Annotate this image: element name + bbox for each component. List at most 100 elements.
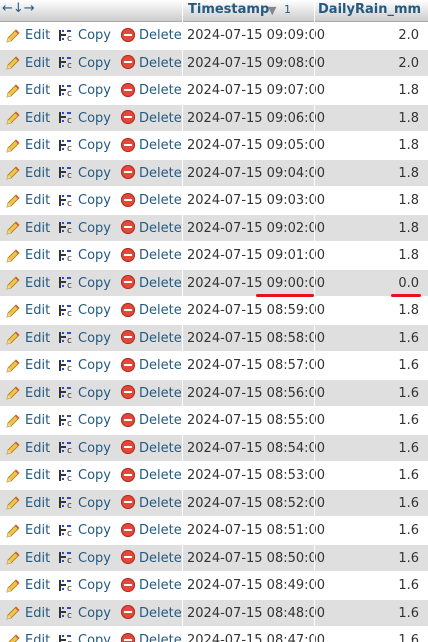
table-row[interactable]: Edit c Copy Delete 2024-07-15 09:02:00 1.8 bbox=[0, 214, 428, 243]
dailyrain-cell[interactable]: 1.8 bbox=[314, 77, 419, 105]
timestamp-cell[interactable]: 2024-07-15 08:48:00 bbox=[182, 600, 325, 628]
edit-link[interactable]: Edit bbox=[25, 523, 50, 538]
pencil-icon[interactable] bbox=[5, 27, 21, 43]
copy-link[interactable]: Copy bbox=[78, 28, 111, 43]
edit-action[interactable]: Edit bbox=[5, 490, 57, 518]
timestamp-cell[interactable]: 2024-07-15 08:55:00 bbox=[182, 407, 325, 435]
edit-action[interactable]: Edit bbox=[5, 435, 57, 463]
edit-action[interactable]: Edit bbox=[5, 297, 57, 325]
copy-icon[interactable]: c bbox=[58, 219, 74, 236]
delete-icon[interactable] bbox=[121, 137, 135, 152]
edit-link[interactable]: Edit bbox=[25, 248, 50, 263]
copy-link[interactable]: Copy bbox=[78, 496, 111, 511]
dailyrain-cell[interactable]: 0.0 bbox=[314, 270, 419, 298]
pencil-icon[interactable] bbox=[5, 439, 21, 455]
pencil-icon[interactable] bbox=[5, 632, 21, 642]
dailyrain-cell[interactable]: 1.6 bbox=[314, 545, 419, 573]
copy-link[interactable]: Copy bbox=[78, 138, 111, 153]
delete-link[interactable]: Delete bbox=[139, 358, 182, 373]
dailyrain-cell[interactable]: 1.6 bbox=[314, 490, 419, 518]
delete-link[interactable]: Delete bbox=[139, 606, 182, 621]
delete-icon[interactable] bbox=[121, 55, 135, 70]
edit-action[interactable]: Edit bbox=[5, 462, 57, 490]
edit-action[interactable]: Edit bbox=[5, 242, 57, 270]
edit-action[interactable]: Edit bbox=[5, 270, 57, 298]
copy-icon[interactable]: c bbox=[58, 522, 74, 539]
delete-icon[interactable] bbox=[121, 605, 135, 620]
delete-link[interactable]: Delete bbox=[139, 578, 182, 593]
edit-link[interactable]: Edit bbox=[25, 633, 50, 642]
delete-icon[interactable] bbox=[121, 412, 135, 427]
dailyrain-cell[interactable]: 1.8 bbox=[314, 160, 419, 188]
pencil-icon[interactable] bbox=[5, 192, 21, 208]
edit-action[interactable]: Edit bbox=[5, 517, 57, 545]
copy-icon[interactable]: c bbox=[58, 577, 74, 594]
copy-icon[interactable]: c bbox=[58, 302, 74, 319]
timestamp-cell[interactable]: 2024-07-15 09:04:00 bbox=[182, 160, 325, 188]
table-row[interactable]: Edit c Copy Delete 2024-07-15 08:49:00 1.6 bbox=[0, 572, 428, 600]
delete-action[interactable]: Delete bbox=[121, 160, 183, 188]
copy-link[interactable]: Copy bbox=[78, 523, 111, 538]
copy-action[interactable]: c Copy bbox=[58, 600, 118, 628]
timestamp-cell[interactable]: 2024-07-15 08:59:00 bbox=[182, 297, 325, 325]
copy-action[interactable]: c Copy bbox=[58, 105, 118, 133]
delete-link[interactable]: Delete bbox=[139, 303, 182, 318]
copy-link[interactable]: Copy bbox=[78, 468, 111, 483]
delete-link[interactable]: Delete bbox=[139, 386, 182, 401]
timestamp-cell[interactable]: 2024-07-15 09:01:00 bbox=[182, 242, 325, 270]
table-row[interactable]: Edit c Copy Delete 2024-07-15 08:48:00 1.6 bbox=[0, 599, 428, 628]
delete-link[interactable]: Delete bbox=[139, 138, 182, 153]
table-row[interactable]: Edit c Copy Delete 2024-07-15 09:01:00 1.8 bbox=[0, 242, 428, 270]
edit-action[interactable]: Edit bbox=[5, 545, 57, 573]
delete-icon[interactable] bbox=[121, 27, 135, 42]
pencil-icon[interactable] bbox=[5, 604, 21, 620]
timestamp-column-header[interactable]: Timestamp ▼ 1 bbox=[182, 0, 314, 22]
copy-action[interactable]: c Copy bbox=[58, 627, 118, 642]
copy-icon[interactable]: c bbox=[58, 109, 74, 126]
copy-icon[interactable]: c bbox=[58, 54, 74, 71]
copy-link[interactable]: Copy bbox=[78, 633, 111, 642]
delete-action[interactable]: Delete bbox=[121, 435, 183, 463]
copy-icon[interactable]: c bbox=[58, 164, 74, 181]
dailyrain-cell[interactable]: 1.6 bbox=[314, 352, 419, 380]
dailyrain-header-label[interactable]: DailyRain_mm bbox=[318, 2, 421, 17]
edit-action[interactable]: Edit bbox=[5, 132, 57, 160]
copy-link[interactable]: Copy bbox=[78, 331, 111, 346]
dailyrain-cell[interactable]: 1.6 bbox=[314, 407, 419, 435]
copy-icon[interactable]: c bbox=[58, 27, 74, 44]
edit-link[interactable]: Edit bbox=[25, 193, 50, 208]
delete-icon[interactable] bbox=[121, 495, 135, 510]
copy-link[interactable]: Copy bbox=[78, 276, 111, 291]
edit-action[interactable]: Edit bbox=[5, 105, 57, 133]
copy-action[interactable]: c Copy bbox=[58, 407, 118, 435]
copy-action[interactable]: c Copy bbox=[58, 270, 118, 298]
delete-action[interactable]: Delete bbox=[121, 407, 183, 435]
table-row[interactable]: Edit c Copy Delete 2024-07-15 09:09:00 2.0 bbox=[0, 22, 428, 50]
pencil-icon[interactable] bbox=[5, 82, 21, 98]
copy-action[interactable]: c Copy bbox=[58, 77, 118, 105]
table-row[interactable]: Edit c Copy Delete 2024-07-15 08:56:00 1.6 bbox=[0, 379, 428, 408]
dailyrain-cell[interactable]: 1.8 bbox=[314, 242, 419, 270]
timestamp-cell[interactable]: 2024-07-15 08:50:00 bbox=[182, 545, 325, 573]
edit-action[interactable]: Edit bbox=[5, 50, 57, 78]
copy-link[interactable]: Copy bbox=[78, 193, 111, 208]
delete-link[interactable]: Delete bbox=[139, 441, 182, 456]
dailyrain-column-header[interactable]: DailyRain_mm bbox=[314, 0, 428, 22]
delete-action[interactable]: Delete bbox=[121, 77, 183, 105]
timestamp-cell[interactable]: 2024-07-15 08:52:00 bbox=[182, 490, 325, 518]
table-row[interactable]: Editc Copy Delete2024-07-15 08:47:001.6 bbox=[0, 627, 428, 642]
pencil-icon[interactable] bbox=[5, 384, 21, 400]
delete-action[interactable]: Delete bbox=[121, 545, 183, 573]
sort-descending-icon[interactable]: ▼ bbox=[268, 1, 276, 21]
copy-action[interactable]: c Copy bbox=[58, 380, 118, 408]
dailyrain-cell[interactable]: 1.8 bbox=[314, 105, 419, 133]
timestamp-cell[interactable]: 2024-07-15 09:06:00 bbox=[182, 105, 325, 133]
copy-icon[interactable]: c bbox=[58, 137, 74, 154]
edit-link[interactable]: Edit bbox=[25, 413, 50, 428]
delete-link[interactable]: Delete bbox=[139, 413, 182, 428]
delete-action[interactable]: Delete bbox=[121, 50, 183, 78]
delete-action[interactable]: Delete bbox=[121, 215, 183, 243]
copy-icon[interactable]: c bbox=[58, 329, 74, 346]
copy-action[interactable]: c Copy bbox=[58, 50, 118, 78]
timestamp-cell[interactable]: 2024-07-15 09:00:00 bbox=[182, 270, 325, 298]
